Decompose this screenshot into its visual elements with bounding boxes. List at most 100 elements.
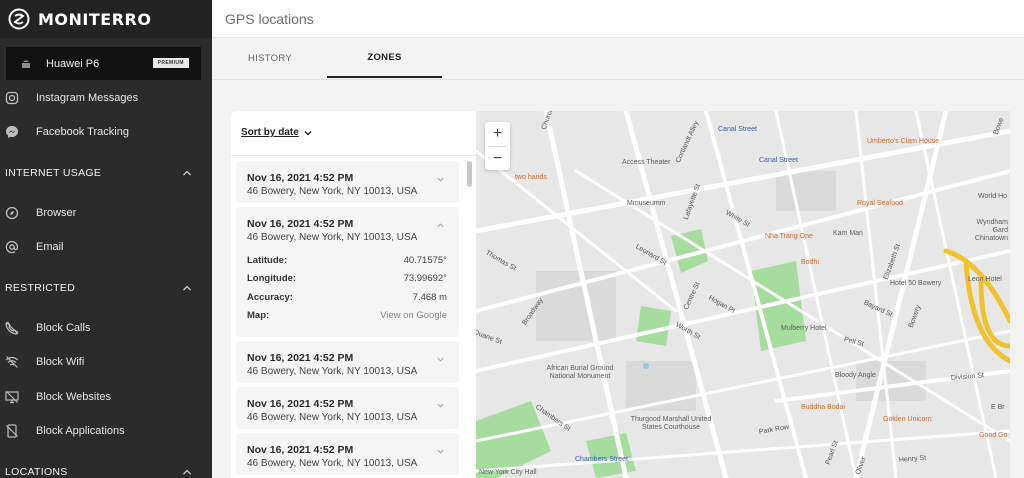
sort-label: Sort by date	[241, 127, 299, 138]
chevron-down-icon	[437, 357, 444, 362]
poi-label[interactable]: Access Theater	[622, 159, 671, 167]
sort-dropdown[interactable]: Sort by date	[241, 127, 313, 138]
poi-label[interactable]: Wyndham Gard Chinatown	[960, 219, 1008, 243]
list-item[interactable]: Nov 16, 2021 4:52 PM 46 Bowery, New York…	[236, 387, 459, 429]
list-item[interactable]: Nov 16, 2021 4:52 PM 46 Bowery, New York…	[236, 433, 459, 475]
android-icon	[22, 59, 30, 68]
tab-zones[interactable]: ZONES	[327, 38, 442, 78]
sidebar-item-label: Email	[36, 241, 64, 253]
sidebar-item-block-applications[interactable]: Block Applications	[0, 418, 212, 444]
view-on-google-link[interactable]: View on Google	[380, 310, 447, 321]
entry-address: 46 Bowery, New York, NY 10013, USA	[247, 232, 418, 243]
entry-date: Nov 16, 2021 4:52 PM	[247, 352, 354, 364]
sidebar-item-block-websites[interactable]: Block Websites	[0, 384, 212, 410]
sidebar-item-browser[interactable]: Browser	[0, 200, 212, 226]
poi-label[interactable]: Good Go	[979, 432, 1007, 440]
list-item[interactable]: Nov 16, 2021 4:52 PM 46 Bowery, New York…	[236, 161, 459, 203]
chevron-down-icon	[437, 403, 444, 408]
transit-station-label[interactable]: Canal Street	[759, 157, 798, 165]
chevron-up-icon	[183, 170, 191, 176]
entry-address: 46 Bowery, New York, NY 10013, USA	[247, 186, 418, 197]
tab-bar: HISTORY ZONES	[212, 38, 1024, 80]
longitude-value: 73.99692°	[403, 273, 447, 284]
section-title: LOCATIONS	[5, 466, 68, 478]
chevron-up-icon	[183, 285, 191, 291]
chevron-down-icon	[304, 130, 312, 135]
sidebar: MONITERRO Huawei P6 PREMIUM Instagram Me…	[0, 0, 212, 478]
chevron-down-icon	[437, 449, 444, 454]
poi-label[interactable]: Mmuseumm	[627, 200, 666, 208]
transit-station-label[interactable]: Chambers Street	[575, 456, 628, 464]
brand-header: MONITERRO	[0, 0, 212, 38]
poi-label[interactable]: African Burial Ground National Monument	[540, 365, 620, 381]
compass-icon	[5, 206, 19, 220]
brand-name: MONITERRO	[38, 9, 152, 29]
poi-label[interactable]: Mulberry Hotel	[781, 325, 827, 333]
top-bar: GPS locations	[212, 0, 1024, 38]
chevron-up-icon	[437, 223, 444, 228]
device-name: Huawei P6	[46, 57, 100, 70]
poi-label[interactable]: World Ho	[978, 193, 1007, 201]
list-item-expanded[interactable]: Nov 16, 2021 4:52 PM 46 Bowery, New York…	[236, 207, 459, 337]
device-selector[interactable]: Huawei P6 PREMIUM	[6, 47, 201, 80]
entry-date: Nov 16, 2021 4:52 PM	[247, 218, 354, 230]
poi-label[interactable]: Bodhi	[801, 259, 819, 267]
tab-history[interactable]: HISTORY	[214, 38, 326, 78]
section-restricted[interactable]: RESTRICTED	[0, 277, 212, 299]
poi-label[interactable]: Nha Trang One	[765, 233, 813, 241]
zoom-in-button[interactable]: +	[485, 122, 510, 145]
entry-date: Nov 16, 2021 4:52 PM	[247, 172, 354, 184]
page-title: GPS locations	[225, 11, 314, 27]
section-internet-usage[interactable]: INTERNET USAGE	[0, 162, 212, 184]
zoom-control: + −	[485, 122, 510, 170]
sidebar-item-label: Facebook Tracking	[36, 126, 129, 138]
scrollbar-thumb[interactable]	[467, 161, 472, 187]
sidebar-item-label: Block Websites	[36, 391, 111, 403]
poi-label[interactable]: Hotel 50 Bowery	[890, 280, 941, 288]
sidebar-item-label: Block Calls	[36, 322, 91, 334]
entry-date: Nov 16, 2021 4:52 PM	[247, 444, 354, 456]
accuracy-label: Accuracy:	[247, 292, 293, 303]
section-title: INTERNET USAGE	[5, 167, 102, 179]
poi-label[interactable]: Buddha Bodai	[801, 404, 845, 412]
sidebar-item-block-calls[interactable]: Block Calls	[0, 315, 212, 341]
poi-label[interactable]: Kam Man	[833, 230, 863, 238]
app-blocked-icon	[6, 424, 18, 438]
poi-label[interactable]: Bloody Angle	[835, 372, 876, 380]
zoom-out-button[interactable]: −	[485, 147, 510, 170]
latitude-value: 40.71575°	[403, 255, 447, 266]
sidebar-item-facebook-tracking[interactable]: Facebook Tracking	[0, 119, 212, 145]
instagram-icon	[5, 91, 19, 105]
chevron-up-icon	[183, 469, 191, 475]
sidebar-item-email[interactable]: Email	[0, 234, 212, 260]
list-item[interactable]: Nov 16, 2021 4:52 PM 46 Bowery, New York…	[236, 341, 459, 383]
entry-address: 46 Bowery, New York, NY 10013, USA	[247, 458, 418, 469]
wifi-blocked-icon	[5, 356, 19, 368]
transit-station-label[interactable]: Canal Street	[718, 126, 757, 134]
poi-label[interactable]: Royal Seafood	[857, 200, 903, 208]
phone-blocked-icon	[5, 321, 19, 335]
sidebar-item-instagram-messages[interactable]: Instagram Messages	[0, 85, 212, 111]
location-list-panel: Sort by date Nov 16, 2021 4:52 PM 46 Bow…	[231, 111, 476, 478]
sidebar-item-label: Block Applications	[36, 425, 125, 437]
poi-label[interactable]: New York City Hall	[479, 469, 537, 477]
at-icon	[5, 240, 19, 254]
entry-address: 46 Bowery, New York, NY 10013, USA	[247, 412, 418, 423]
latitude-label: Latitude:	[247, 255, 288, 266]
accuracy-value: 7.468 m	[412, 292, 447, 303]
poi-label[interactable]: Golden Unicorn	[883, 416, 932, 424]
poi-label[interactable]: Leon Hotel	[968, 276, 1002, 284]
moniterro-logo-icon	[8, 8, 30, 30]
poi-label[interactable]: Umberto's Clam House	[867, 138, 939, 146]
sidebar-item-block-wifi[interactable]: Block Wifi	[0, 349, 212, 375]
entry-address: 46 Bowery, New York, NY 10013, USA	[247, 366, 418, 377]
map-view[interactable]: + − Canal Street Canal Street Umberto's …	[476, 111, 1010, 478]
premium-badge: PREMIUM	[152, 58, 189, 68]
entry-date: Nov 16, 2021 4:52 PM	[247, 398, 354, 410]
section-locations[interactable]: LOCATIONS	[0, 461, 212, 478]
sidebar-item-label: Browser	[36, 207, 77, 219]
poi-label[interactable]: Thurgood Marshall United States Courthou…	[626, 416, 716, 432]
poi-label[interactable]: two hands	[515, 174, 547, 182]
monitor-blocked-icon	[5, 391, 19, 404]
sidebar-item-label: Block Wifi	[36, 356, 85, 368]
